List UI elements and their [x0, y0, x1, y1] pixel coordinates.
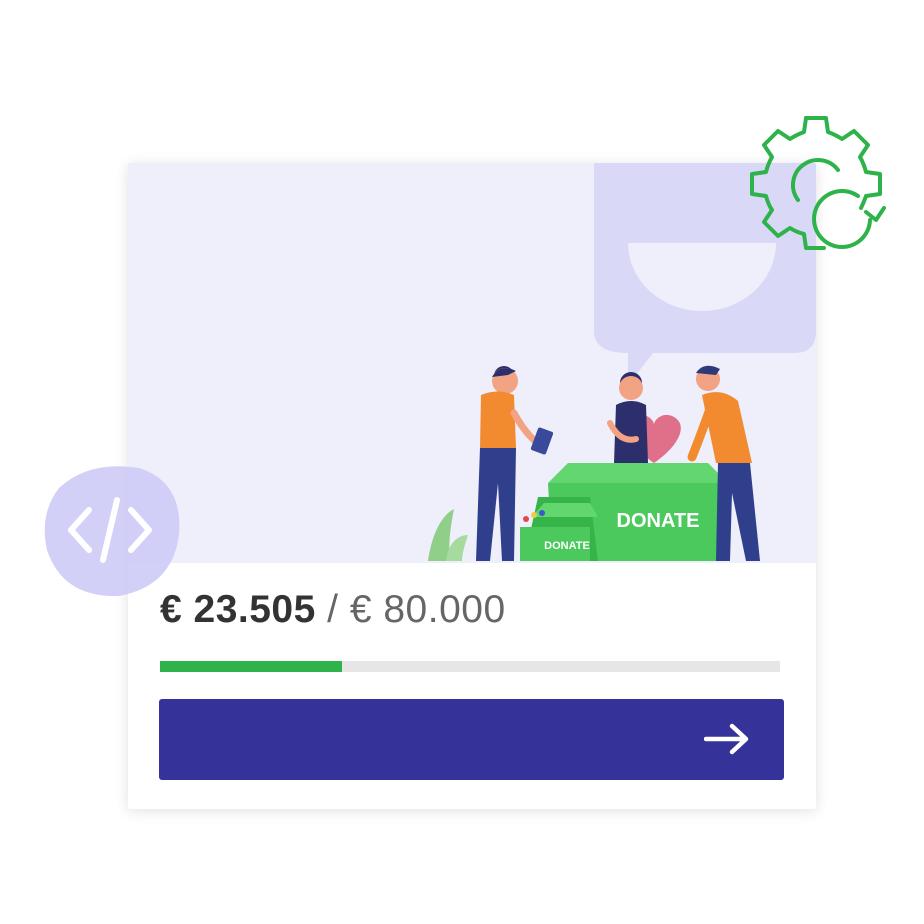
- amount-separator: /: [327, 588, 339, 631]
- donation-boxes: DONATE DONATE: [520, 463, 728, 561]
- hero-illustration: DONATE DONATE: [128, 163, 816, 563]
- donate-button[interactable]: [159, 699, 784, 780]
- goal-amount: € 80.000: [349, 588, 506, 631]
- donation-card: DONATE DONATE € 23.505 / € 80.000: [128, 163, 816, 809]
- box-large-label: DONATE: [617, 510, 700, 532]
- code-brackets-icon: [39, 458, 181, 600]
- raised-amount: € 23.505: [160, 588, 316, 631]
- progress-fill: [160, 661, 343, 672]
- donation-illustration: DONATE DONATE: [428, 163, 816, 561]
- arrow-right-icon: [703, 721, 750, 760]
- box-small-label: DONATE: [544, 540, 590, 552]
- gear-refresh-icon: [740, 112, 890, 262]
- funding-progress-bar: [160, 661, 780, 672]
- woman-with-heart: [607, 372, 648, 463]
- funding-amount: € 23.505 / € 80.000: [160, 588, 506, 632]
